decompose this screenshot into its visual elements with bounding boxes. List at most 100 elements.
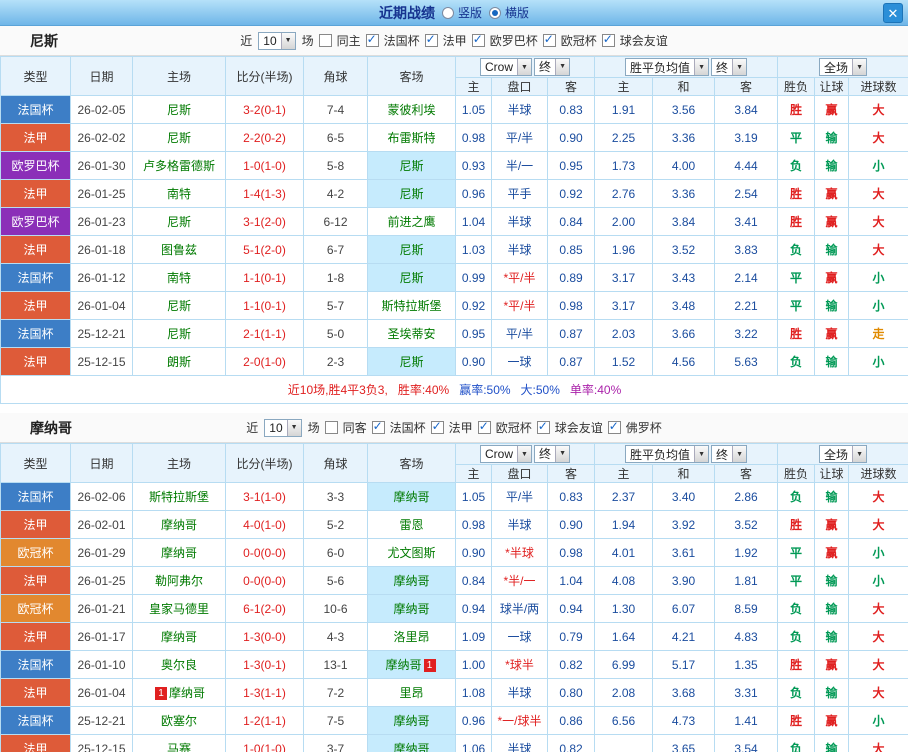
layout-radio-vertical[interactable]: 竖版 xyxy=(441,4,482,21)
home-team[interactable]: 勒阿弗尔 xyxy=(132,566,226,595)
away-team[interactable]: 尼斯 xyxy=(367,235,456,264)
league-type[interactable]: 法国杯 xyxy=(0,706,71,735)
score[interactable]: 1-0(1-0) xyxy=(225,151,304,180)
home-team[interactable]: 奥尔良 xyxy=(132,650,226,679)
match-count-select[interactable]: 10 ▼ xyxy=(264,418,302,437)
away-team[interactable]: 斯特拉斯堡 xyxy=(367,291,456,320)
home-team[interactable]: 皇家马德里 xyxy=(132,594,226,623)
away-team[interactable]: 尤文图斯 xyxy=(367,538,456,567)
league-type[interactable]: 法国杯 xyxy=(0,95,71,124)
close-button[interactable]: ✕ xyxy=(883,3,903,23)
score[interactable]: 1-0(1-0) xyxy=(225,734,304,752)
away-team[interactable]: 里昂 xyxy=(367,678,456,707)
away-team[interactable]: 蒙彼利埃 xyxy=(367,95,456,124)
home-team[interactable]: 尼斯 xyxy=(132,291,226,320)
match-count-select[interactable]: 10 ▼ xyxy=(258,31,296,50)
home-team[interactable]: 南特 xyxy=(132,179,226,208)
away-team[interactable]: 尼斯 xyxy=(367,151,456,180)
home-team[interactable]: 摩纳哥 xyxy=(132,622,226,651)
score[interactable]: 1-2(1-1) xyxy=(225,706,304,735)
home-team[interactable]: 南特 xyxy=(132,263,226,292)
score[interactable]: 0-0(0-0) xyxy=(225,538,304,567)
score[interactable]: 3-1(1-0) xyxy=(225,482,304,511)
home-team[interactable]: 图鲁兹 xyxy=(132,235,226,264)
league-type[interactable]: 欧冠杯 xyxy=(0,538,71,567)
league-checkbox[interactable] xyxy=(477,419,491,434)
score[interactable]: 1-3(0-1) xyxy=(225,650,304,679)
home-team[interactable]: 尼斯 xyxy=(132,95,226,124)
league-type[interactable]: 法甲 xyxy=(0,566,71,595)
home-team[interactable]: 尼斯 xyxy=(132,123,226,152)
away-team[interactable]: 摩纳哥 xyxy=(367,482,456,511)
league-type[interactable]: 法甲 xyxy=(0,510,71,539)
away-team[interactable]: 摩纳哥 xyxy=(367,706,456,735)
away-team[interactable]: 圣埃蒂安 xyxy=(367,319,456,348)
league-type[interactable]: 法国杯 xyxy=(0,319,71,348)
bookmaker-select[interactable]: Crow ▼ xyxy=(480,58,533,77)
score[interactable]: 5-1(2-0) xyxy=(225,235,304,264)
away-team[interactable]: 雷恩 xyxy=(367,510,456,539)
same-venue-checkbox[interactable] xyxy=(318,34,332,47)
league-checkbox[interactable] xyxy=(365,32,379,47)
league-type[interactable]: 法国杯 xyxy=(0,482,71,511)
home-team[interactable]: 卢多格雷德斯 xyxy=(132,151,226,180)
score[interactable]: 4-0(1-0) xyxy=(225,510,304,539)
score[interactable]: 3-2(0-1) xyxy=(225,95,304,124)
layout-radio-horizontal[interactable]: 横版 xyxy=(489,4,529,21)
home-team[interactable]: 摩纳哥 xyxy=(132,538,226,567)
league-type[interactable]: 法甲 xyxy=(0,622,71,651)
league-type[interactable]: 法甲 xyxy=(0,179,71,208)
away-team[interactable]: 尼斯 xyxy=(367,179,456,208)
league-checkbox[interactable] xyxy=(471,32,485,47)
league-type[interactable]: 欧罗巴杯 xyxy=(0,151,71,180)
home-team[interactable]: 1 摩纳哥 xyxy=(132,678,226,707)
odds-stage-select[interactable]: 终 ▼ xyxy=(534,57,571,76)
odds-stage-select[interactable]: 终 ▼ xyxy=(534,444,571,463)
score[interactable]: 2-1(1-1) xyxy=(225,319,304,348)
score[interactable]: 3-1(2-0) xyxy=(225,207,304,236)
home-team[interactable]: 朗斯 xyxy=(132,347,226,376)
scope-select[interactable]: 全场 ▼ xyxy=(819,445,868,463)
away-team[interactable]: 尼斯 xyxy=(367,347,456,376)
away-team[interactable]: 摩纳哥 xyxy=(367,734,456,752)
league-checkbox[interactable] xyxy=(371,419,385,434)
league-type[interactable]: 法甲 xyxy=(0,734,71,752)
home-team[interactable]: 摩纳哥 xyxy=(132,510,226,539)
league-checkbox[interactable] xyxy=(536,419,550,434)
score[interactable]: 1-3(1-1) xyxy=(225,678,304,707)
league-checkbox[interactable] xyxy=(542,32,556,47)
away-team[interactable]: 尼斯 xyxy=(367,263,456,292)
league-type[interactable]: 欧冠杯 xyxy=(0,594,71,623)
score[interactable]: 1-1(0-1) xyxy=(225,263,304,292)
score[interactable]: 2-0(1-0) xyxy=(225,347,304,376)
bookmaker-select[interactable]: Crow ▼ xyxy=(480,445,533,464)
score[interactable]: 0-0(0-0) xyxy=(225,566,304,595)
league-type[interactable]: 法甲 xyxy=(0,235,71,264)
away-team[interactable]: 洛里昂 xyxy=(367,622,456,651)
home-team[interactable]: 欧塞尔 xyxy=(132,706,226,735)
avg-type-select[interactable]: 胜平负均值 ▼ xyxy=(625,58,710,76)
away-team[interactable]: 摩纳哥 xyxy=(367,566,456,595)
away-team[interactable]: 摩纳哥 1 xyxy=(367,650,456,679)
league-type[interactable]: 法甲 xyxy=(0,678,71,707)
score[interactable]: 6-1(2-0) xyxy=(225,594,304,623)
league-checkbox[interactable] xyxy=(430,419,444,434)
league-type[interactable]: 法甲 xyxy=(0,347,71,376)
league-checkbox[interactable] xyxy=(424,32,438,47)
away-team[interactable]: 前进之鹰 xyxy=(367,207,456,236)
home-team[interactable]: 马赛 xyxy=(132,734,226,752)
away-team[interactable]: 布雷斯特 xyxy=(367,123,456,152)
scope-select[interactable]: 全场 ▼ xyxy=(819,58,868,76)
home-team[interactable]: 尼斯 xyxy=(132,207,226,236)
league-checkbox[interactable] xyxy=(607,419,621,434)
league-type[interactable]: 法国杯 xyxy=(0,263,71,292)
avg-type-select[interactable]: 胜平负均值 ▼ xyxy=(625,445,710,463)
league-type[interactable]: 法甲 xyxy=(0,123,71,152)
score[interactable]: 2-2(0-2) xyxy=(225,123,304,152)
home-team[interactable]: 斯特拉斯堡 xyxy=(132,482,226,511)
league-type[interactable]: 法甲 xyxy=(0,291,71,320)
league-type[interactable]: 欧罗巴杯 xyxy=(0,207,71,236)
home-team[interactable]: 尼斯 xyxy=(132,319,226,348)
score[interactable]: 1-3(0-0) xyxy=(225,622,304,651)
avg-stage-select[interactable]: 终 ▼ xyxy=(711,445,748,463)
